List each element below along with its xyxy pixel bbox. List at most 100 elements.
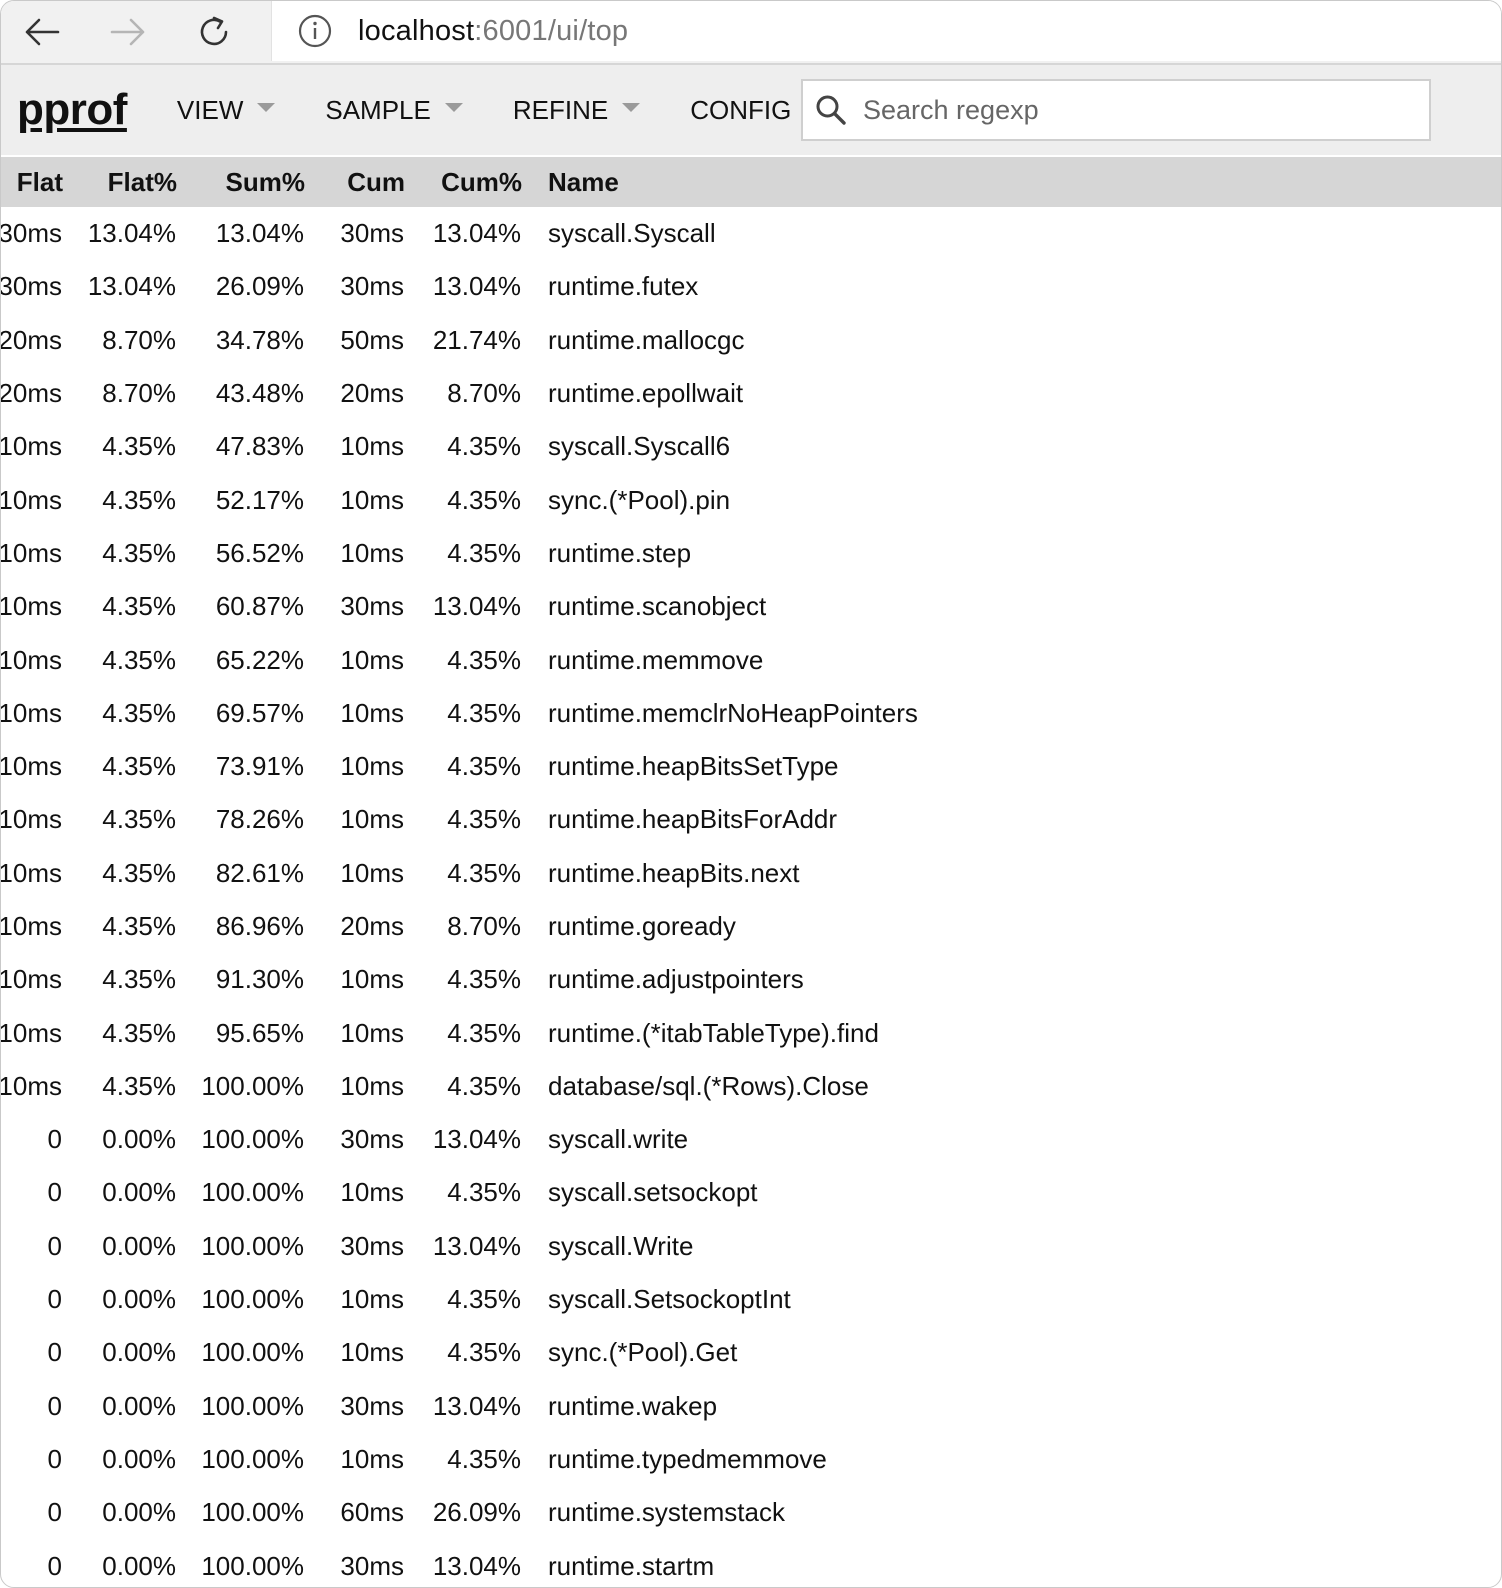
cell-name: syscall.setsockopt [548, 1177, 758, 1208]
pprof-logo[interactable]: pprof [17, 85, 127, 135]
table-row[interactable]: 10ms 4.35% 95.65% 10ms 4.35% runtime.(*itabTa… [1, 1006, 1501, 1059]
cell-sum-percent: 26.09% [215, 271, 304, 302]
cell-cum: 30ms [340, 1230, 404, 1261]
table-row[interactable]: 10ms 4.35% 86.96% 20ms 8.70% runtime.goready [0, 900, 1501, 953]
cell-sum-percent: 73.91% [215, 751, 304, 782]
table-row[interactable]: 10ms 4.35% 82.61% 10ms 4.35% runtime.heapBits… [1, 847, 1501, 900]
header-sum-percent[interactable]: Sum% [177, 157, 305, 207]
cell-flat: 10ms [0, 751, 62, 782]
table-row[interactable]: 10ms 4.35% 91.30% 10ms 4.35% runtime.adjustpo… [0, 953, 1501, 1006]
header-cum-percent[interactable]: Cum% [405, 157, 522, 207]
table-row[interactable]: 0 0.00% 100.00% 30ms 13.04% runtime.wakep [1, 1380, 1501, 1433]
cell-flat: 10ms [0, 804, 62, 835]
cell-flat: 0 [47, 1177, 62, 1208]
forward-button[interactable] [99, 6, 157, 58]
url-path: :6001/ui/top [474, 14, 629, 47]
info-icon[interactable] [298, 14, 332, 48]
cell-flat-percent: 0.00% [102, 1124, 176, 1155]
cell-sum-percent: 56.52% [215, 537, 304, 568]
table-row[interactable]: 0 0.00% 100.00% 10ms 4.35% runtime.typedmemmo… [1, 1433, 1501, 1486]
cell-flat-percent: 4.35% [102, 804, 176, 835]
url-text[interactable]: localhost:6001/ui/top [358, 15, 628, 48]
table-row[interactable]: 10ms 4.35% 47.83% 10ms 4.35% syscall.Syscall6 [1, 420, 1501, 473]
cell-flat-percent: 0.00% [102, 1390, 176, 1421]
menu-refine[interactable]: REFINE [513, 95, 641, 126]
cell-name: runtime.heapBitsSetType [548, 751, 839, 782]
cell-flat: 10ms [0, 697, 62, 728]
cell-cum-percent: 4.35% [447, 964, 521, 995]
cell-flat-percent: 0.00% [102, 1550, 176, 1581]
cell-cum-percent: 13.04% [432, 271, 521, 302]
table-row[interactable]: 0 0.00% 100.00% 60ms 26.09% runtime.systemsta… [1, 1486, 1501, 1539]
header-flat-percent[interactable]: Flat% [63, 157, 177, 207]
cell-sum-percent: 100.00% [201, 1177, 304, 1208]
table-row[interactable]: 20ms 8.70% 34.78% 50ms 21.74% runtime.mallocg… [1, 314, 1501, 367]
cell-flat-percent: 4.35% [102, 537, 176, 568]
table-row[interactable]: 0 0.00% 100.00% 30ms 13.04% syscall.write [1, 1113, 1501, 1166]
cell-flat-percent: 0.00% [102, 1337, 176, 1368]
cell-flat: 10ms [0, 911, 62, 941]
address-bar[interactable]: localhost:6001/ui/top [271, 1, 1501, 61]
cell-flat-percent: 4.35% [102, 591, 176, 622]
table-row[interactable]: 10ms 4.35% 78.26% 10ms 4.35% runtime.heapBits… [0, 793, 1501, 846]
table-row[interactable]: 0 0.00% 100.00% 30ms 13.04% runtime.startm [1, 1539, 1501, 1587]
cell-flat: 0 [47, 1497, 62, 1528]
cell-cum: 20ms [340, 378, 404, 409]
cell-flat-percent: 4.35% [102, 1070, 176, 1101]
cell-flat: 10ms [0, 484, 62, 515]
cell-flat: 20ms [0, 378, 62, 409]
table-row[interactable]: 10ms 4.35% 52.17% 10ms 4.35% sync.(*Pool).pin [0, 473, 1501, 526]
cell-cum-percent: 4.35% [447, 751, 521, 782]
cell-flat: 10ms [0, 964, 62, 995]
cell-cum-percent: 4.35% [447, 804, 521, 835]
cell-cum-percent: 4.35% [447, 484, 521, 515]
cell-name: runtime.scanobject [548, 591, 767, 622]
menu-sample-label: SAMPLE [325, 94, 431, 125]
cell-flat-percent: 0.00% [102, 1284, 176, 1315]
table-row[interactable]: 0 0.00% 100.00% 10ms 4.35% syscall.setsockopt [1, 1166, 1501, 1219]
table-row[interactable]: 10ms 4.35% 65.22% 10ms 4.35% runtime.memmove [1, 633, 1501, 686]
cell-cum: 30ms [340, 218, 404, 249]
table-row[interactable]: 10ms 4.35% 73.91% 10ms 4.35% runtime.heapBits… [0, 740, 1501, 793]
header-name[interactable]: Name [522, 157, 1501, 207]
cell-cum-percent: 4.35% [447, 644, 521, 675]
table-row[interactable]: 30ms 13.04% 26.09% 30ms 13.04% runtime.futex [1, 260, 1501, 313]
search-input[interactable] [861, 93, 1405, 127]
cell-sum-percent: 43.48% [215, 378, 304, 409]
cell-cum: 30ms [340, 591, 404, 622]
cell-cum: 10ms [340, 537, 404, 568]
cell-cum: 30ms [340, 1390, 404, 1421]
back-button[interactable] [13, 6, 71, 58]
table-row[interactable]: 10ms 4.35% 100.00% 10ms 4.35% database/sql.(*… [1, 1060, 1501, 1113]
table-row[interactable]: 0 0.00% 100.00% 10ms 4.35% syscall.Setsockopt… [1, 1273, 1501, 1326]
arrow-right-icon [110, 18, 145, 46]
table-row[interactable]: 0 0.00% 100.00% 30ms 13.04% syscall.Write [1, 1220, 1501, 1273]
table-row[interactable]: 10ms 4.35% 60.87% 30ms 13.04% runtime.scanobj… [1, 580, 1501, 633]
table-row[interactable]: 20ms 8.70% 43.48% 20ms 8.70% runtime.epollwai… [0, 367, 1501, 420]
cell-name: runtime.step [548, 537, 692, 568]
cell-name: runtime.futex [548, 271, 699, 302]
reload-button[interactable] [185, 6, 243, 58]
menu-view[interactable]: VIEW [177, 95, 276, 126]
cell-sum-percent: 100.00% [201, 1284, 304, 1315]
cell-cum-percent: 4.35% [447, 697, 521, 728]
cell-cum: 60ms [340, 1497, 404, 1528]
cell-cum: 10ms [340, 751, 404, 782]
cell-name: sync.(*Pool).Get [548, 1337, 738, 1368]
search-box[interactable] [801, 79, 1431, 141]
cell-cum-percent: 4.35% [447, 1284, 521, 1315]
table-row[interactable]: 10ms 4.35% 69.57% 10ms 4.35% runtime.memclrNo… [0, 687, 1501, 740]
cell-name: syscall.Syscall [548, 218, 716, 249]
cell-sum-percent: 69.57% [215, 697, 304, 728]
header-flat[interactable]: Flat [1, 157, 63, 207]
cell-flat-percent: 0.00% [102, 1230, 176, 1261]
menu-sample[interactable]: SAMPLE [325, 95, 463, 126]
cell-sum-percent: 100.00% [201, 1124, 304, 1155]
cell-flat-percent: 4.35% [102, 431, 176, 462]
cell-cum-percent: 4.35% [447, 1177, 521, 1208]
header-cum[interactable]: Cum [305, 157, 405, 207]
table-row[interactable]: 10ms 4.35% 56.52% 10ms 4.35% runtime.step [1, 527, 1501, 580]
table-row[interactable]: 0 0.00% 100.00% 10ms 4.35% sync.(*Pool).Get [1, 1326, 1501, 1379]
table-row[interactable]: 30ms 13.04% 13.04% 30ms 13.04% syscall.Syscal… [1, 207, 1501, 260]
cell-flat-percent: 0.00% [102, 1443, 176, 1474]
